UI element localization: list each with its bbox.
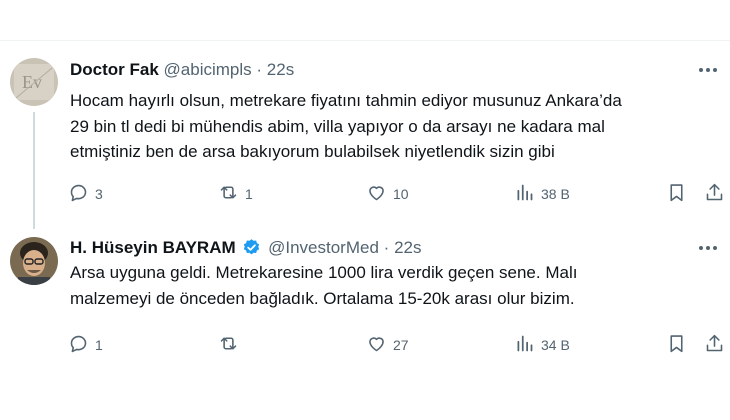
thread-connector-line: [33, 112, 35, 229]
author-name[interactable]: Doctor Fak: [70, 60, 159, 79]
repost-button[interactable]: [218, 333, 245, 357]
bookmark-icon: [666, 182, 687, 206]
like-button[interactable]: 10: [366, 182, 409, 206]
verified-badge-icon: [242, 238, 261, 257]
separator-dot: ·: [383, 238, 390, 257]
share-button[interactable]: [704, 182, 725, 206]
reply-icon: [68, 333, 89, 357]
tweet-text: Arsa uyguna geldi. Metrekaresine 1000 li…: [70, 263, 578, 308]
views-count: 38 B: [541, 186, 570, 202]
like-icon: [366, 182, 387, 206]
views-count: 34 B: [541, 337, 570, 353]
like-icon: [366, 333, 387, 357]
repost-button[interactable]: 1: [218, 182, 253, 206]
views-icon: [514, 333, 535, 357]
reply-button[interactable]: 3: [68, 182, 103, 206]
repost-icon: [218, 182, 239, 206]
views-button[interactable]: 38 B: [514, 182, 570, 206]
author-handle[interactable]: @InvestorMed: [268, 238, 379, 257]
reply-count: 1: [95, 337, 103, 353]
like-count: 10: [393, 186, 409, 202]
avatar-doctor-fak[interactable]: Ev: [10, 58, 58, 106]
views-button[interactable]: 34 B: [514, 333, 570, 357]
bookmark-icon: [666, 333, 687, 357]
bookmark-button[interactable]: [666, 333, 687, 357]
like-count: 27: [393, 337, 409, 353]
tweet-text: Hocam hayırlı olsun, metrekare fiyatını …: [70, 91, 622, 161]
timestamp[interactable]: 22s: [267, 60, 294, 79]
separator-dot: ·: [256, 60, 263, 79]
top-divider: [0, 40, 730, 41]
share-icon: [704, 333, 725, 357]
repost-count: 1: [245, 186, 253, 202]
repost-icon: [218, 333, 239, 357]
svg-text:Ev: Ev: [22, 72, 42, 92]
tweet-actions: 1 27 34 B: [68, 333, 728, 357]
author-name[interactable]: H. Hüseyin BAYRAM: [70, 238, 236, 257]
tweet-header: Doctor Fak @abicimpls · 22s: [70, 59, 294, 81]
bookmark-button[interactable]: [666, 182, 687, 206]
share-icon: [704, 182, 725, 206]
reply-count: 3: [95, 186, 103, 202]
avatar-huseyin-bayram[interactable]: [10, 237, 58, 285]
share-button[interactable]: [704, 333, 725, 357]
tweet-header: H. Hüseyin BAYRAM @InvestorMed · 22s: [70, 237, 421, 259]
tweet-actions: 3 1 10 38 B: [68, 182, 728, 206]
more-icon[interactable]: [696, 60, 720, 80]
like-button[interactable]: 27: [366, 333, 409, 357]
reply-button[interactable]: 1: [68, 333, 103, 357]
author-handle[interactable]: @abicimpls: [164, 60, 252, 79]
more-icon[interactable]: [696, 238, 720, 258]
timestamp[interactable]: 22s: [394, 238, 421, 257]
views-icon: [514, 182, 535, 206]
reply-icon: [68, 182, 89, 206]
